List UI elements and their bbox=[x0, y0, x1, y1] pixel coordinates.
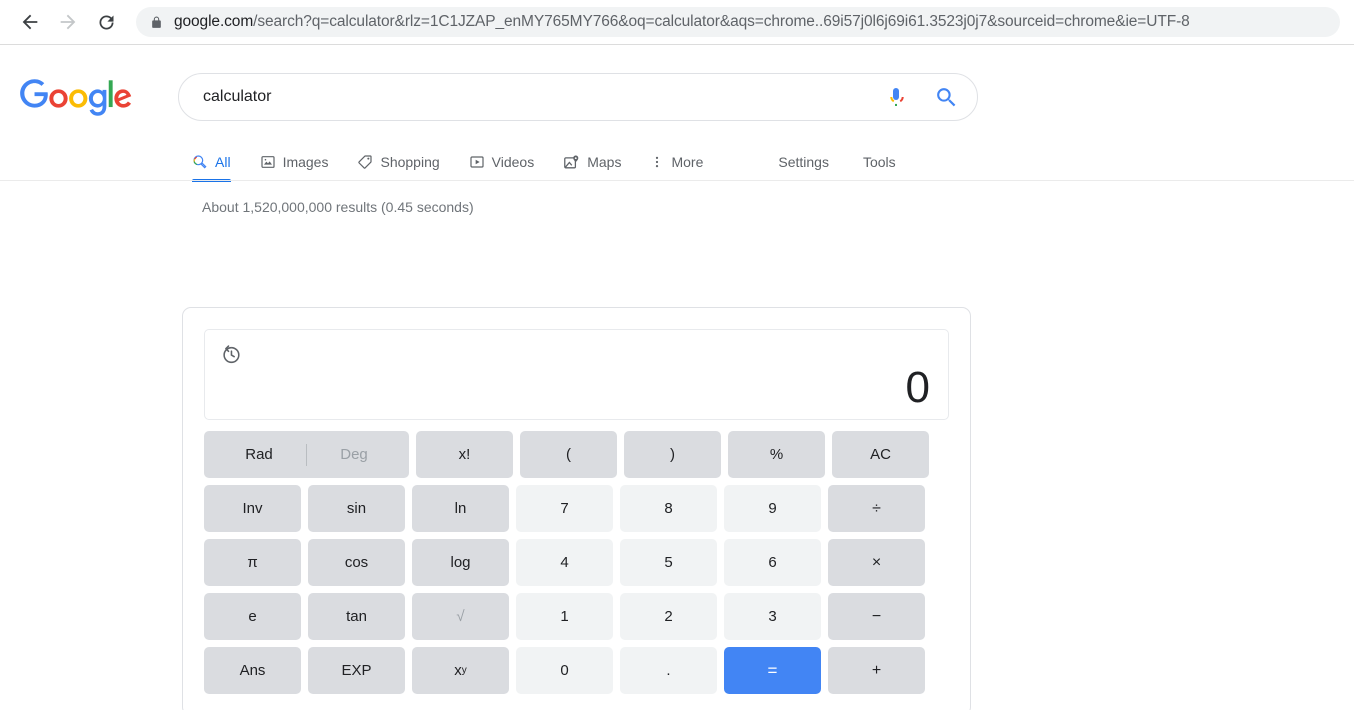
key-8[interactable]: 8 bbox=[620, 485, 717, 532]
key-4[interactable]: 4 bbox=[516, 539, 613, 586]
url-domain: google.com bbox=[174, 13, 254, 30]
search-header bbox=[0, 45, 1354, 121]
calculator-card: 0 Rad Deg x! ( ) % AC Inv sin ln 7 8 9 ÷… bbox=[182, 307, 971, 710]
key-minus[interactable]: − bbox=[828, 593, 925, 640]
key-power[interactable]: xy bbox=[412, 647, 509, 694]
keypad-row: Rad Deg x! ( ) % AC bbox=[204, 431, 949, 478]
key-close-paren[interactable]: ) bbox=[624, 431, 721, 478]
tab-images[interactable]: Images bbox=[260, 143, 329, 181]
forward-arrow-icon bbox=[52, 6, 84, 38]
tab-shopping[interactable]: Shopping bbox=[357, 143, 440, 181]
search-input[interactable] bbox=[203, 88, 884, 106]
key-open-paren[interactable]: ( bbox=[520, 431, 617, 478]
lock-icon bbox=[150, 15, 163, 30]
key-1[interactable]: 1 bbox=[516, 593, 613, 640]
key-equals[interactable]: = bbox=[724, 647, 821, 694]
tab-label: All bbox=[215, 154, 231, 170]
url-text: google.com/search?q=calculator&rlz=1C1JZ… bbox=[174, 7, 1190, 37]
key-pi[interactable]: π bbox=[204, 539, 301, 586]
key-power-exponent: y bbox=[461, 664, 467, 676]
kebab-menu-icon bbox=[650, 154, 664, 170]
search-results-page: All Images Shopping bbox=[0, 45, 1354, 710]
back-arrow-icon[interactable] bbox=[14, 6, 46, 38]
key-cos[interactable]: cos bbox=[308, 539, 405, 586]
search-box[interactable] bbox=[178, 73, 978, 121]
tab-label: More bbox=[671, 154, 704, 170]
tag-icon bbox=[357, 154, 373, 170]
tab-label: Images bbox=[282, 154, 329, 170]
rad-button[interactable]: Rad bbox=[212, 446, 306, 463]
key-log[interactable]: log bbox=[412, 539, 509, 586]
video-icon bbox=[469, 154, 485, 170]
keypad-row: e tan √ 1 2 3 − bbox=[204, 593, 949, 640]
keypad-row: π cos log 4 5 6 × bbox=[204, 539, 949, 586]
tab-all[interactable]: All bbox=[192, 143, 231, 182]
key-multiply[interactable]: × bbox=[828, 539, 925, 586]
key-e[interactable]: e bbox=[204, 593, 301, 640]
search-tabs: All Images Shopping Videos Maps More Set… bbox=[0, 143, 1354, 182]
tab-more[interactable]: More bbox=[650, 143, 703, 181]
key-2[interactable]: 2 bbox=[620, 593, 717, 640]
key-all-clear[interactable]: AC bbox=[832, 431, 929, 478]
browser-toolbar: google.com/search?q=calculator&rlz=1C1JZ… bbox=[0, 0, 1354, 45]
key-exp[interactable]: EXP bbox=[308, 647, 405, 694]
key-factorial[interactable]: x! bbox=[416, 431, 513, 478]
key-plus[interactable]: + bbox=[828, 647, 925, 694]
key-sin[interactable]: sin bbox=[308, 485, 405, 532]
key-inv[interactable]: Inv bbox=[204, 485, 301, 532]
tab-label: Videos bbox=[491, 154, 535, 170]
key-ln[interactable]: ln bbox=[412, 485, 509, 532]
key-decimal[interactable]: . bbox=[620, 647, 717, 694]
key-sqrt[interactable]: √ bbox=[412, 593, 509, 640]
key-9[interactable]: 9 bbox=[724, 485, 821, 532]
url-path: /search?q=calculator&rlz=1C1JZAP_enMY765… bbox=[253, 13, 1190, 30]
map-pin-icon bbox=[563, 154, 580, 171]
key-7[interactable]: 7 bbox=[516, 485, 613, 532]
key-0[interactable]: 0 bbox=[516, 647, 613, 694]
google-logo[interactable] bbox=[20, 79, 132, 117]
calculator-keypad: Rad Deg x! ( ) % AC Inv sin ln 7 8 9 ÷ π… bbox=[204, 431, 949, 694]
search-icon bbox=[192, 154, 208, 170]
reload-icon[interactable] bbox=[90, 6, 122, 38]
keypad-row: Inv sin ln 7 8 9 ÷ bbox=[204, 485, 949, 532]
key-ans[interactable]: Ans bbox=[204, 647, 301, 694]
key-3[interactable]: 3 bbox=[724, 593, 821, 640]
key-tan[interactable]: tan bbox=[308, 593, 405, 640]
key-5[interactable]: 5 bbox=[620, 539, 717, 586]
tab-videos[interactable]: Videos bbox=[469, 143, 535, 181]
tab-maps[interactable]: Maps bbox=[563, 143, 621, 181]
settings-link[interactable]: Settings bbox=[778, 154, 829, 170]
calculator-display: 0 bbox=[204, 329, 949, 420]
tab-label: Maps bbox=[587, 154, 622, 170]
image-icon bbox=[260, 154, 276, 170]
key-6[interactable]: 6 bbox=[724, 539, 821, 586]
deg-button[interactable]: Deg bbox=[307, 446, 401, 463]
angle-mode-toggle[interactable]: Rad Deg bbox=[204, 431, 409, 478]
key-power-base: x bbox=[454, 662, 462, 679]
address-bar[interactable]: google.com/search?q=calculator&rlz=1C1JZ… bbox=[136, 7, 1340, 37]
keypad-row: Ans EXP xy 0 . = + bbox=[204, 647, 949, 694]
results-count: About 1,520,000,000 results (0.45 second… bbox=[202, 199, 474, 215]
tab-label: Shopping bbox=[380, 154, 440, 170]
tools-link[interactable]: Tools bbox=[863, 154, 896, 170]
microphone-icon[interactable] bbox=[884, 85, 908, 109]
key-divide[interactable]: ÷ bbox=[828, 485, 925, 532]
search-icon[interactable] bbox=[934, 85, 959, 110]
calculator-value: 0 bbox=[905, 363, 930, 412]
key-percent[interactable]: % bbox=[728, 431, 825, 478]
history-icon[interactable] bbox=[220, 344, 242, 371]
